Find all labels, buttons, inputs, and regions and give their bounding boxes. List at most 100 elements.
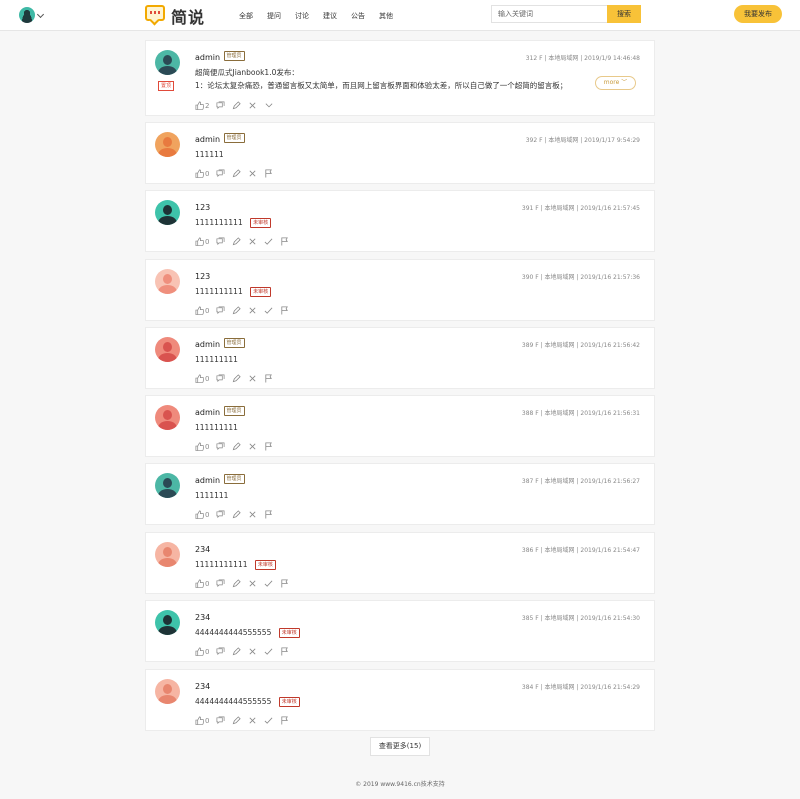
nav-all[interactable]: 全部 — [239, 11, 253, 21]
edit-icon[interactable] — [232, 716, 242, 725]
delete-icon[interactable] — [248, 169, 257, 178]
delete-icon[interactable] — [248, 579, 257, 588]
like-button[interactable]: 0 — [195, 442, 209, 451]
post-card: 123 391 F | 本地局域网 | 2019/1/16 21:57:45 111… — [145, 190, 655, 252]
comment-icon[interactable] — [216, 101, 225, 110]
approve-icon[interactable] — [264, 579, 273, 588]
like-button[interactable]: 0 — [195, 306, 209, 315]
post-author[interactable]: 123 — [195, 272, 210, 281]
comment-icon[interactable] — [216, 510, 225, 519]
edit-icon[interactable] — [232, 237, 242, 246]
post-author[interactable]: admin — [195, 53, 220, 62]
post-author[interactable]: admin — [195, 476, 220, 485]
post-text-line: 4444444444555555 — [195, 628, 272, 637]
comment-icon[interactable] — [216, 442, 225, 451]
nav-announcements[interactable]: 公告 — [351, 11, 365, 21]
avatar[interactable] — [155, 542, 180, 567]
comment-icon[interactable] — [216, 579, 225, 588]
avatar[interactable] — [155, 610, 180, 635]
edit-icon[interactable] — [232, 442, 242, 451]
delete-icon[interactable] — [248, 306, 257, 315]
delete-icon[interactable] — [248, 716, 257, 725]
flag-icon[interactable] — [264, 374, 273, 383]
logo-text[interactable]: 简说 — [171, 4, 205, 28]
delete-icon[interactable] — [248, 442, 257, 451]
flag-icon[interactable] — [264, 169, 273, 178]
edit-icon[interactable] — [232, 579, 242, 588]
avatar[interactable] — [155, 50, 180, 75]
edit-icon[interactable] — [232, 647, 242, 656]
post-text-line: 1111111111 — [195, 218, 243, 227]
flag-icon[interactable] — [280, 306, 289, 315]
avatar[interactable] — [155, 132, 180, 157]
post-meta: 388 F | 本地局域网 | 2019/1/16 21:56:31 — [521, 410, 640, 417]
like-button[interactable]: 0 — [195, 716, 209, 725]
edit-icon[interactable] — [232, 510, 242, 519]
avatar[interactable] — [155, 337, 180, 362]
user-avatar[interactable] — [19, 7, 35, 23]
post-actions: 0 — [195, 169, 280, 178]
nav-suggestions[interactable]: 建议 — [323, 11, 337, 21]
flag-icon[interactable] — [280, 716, 289, 725]
comment-icon[interactable] — [216, 237, 225, 246]
more-button[interactable]: more ﹀ — [595, 76, 636, 90]
avatar[interactable] — [155, 200, 180, 225]
top-header: 简说 全部 提问 讨论 建议 公告 其他 搜索 我要发布 — [0, 0, 800, 31]
approve-icon[interactable] — [264, 237, 273, 246]
approve-icon[interactable] — [264, 647, 273, 656]
flag-icon[interactable] — [280, 647, 289, 656]
post-author[interactable]: admin — [195, 408, 220, 417]
chevron-down-icon[interactable] — [264, 101, 274, 110]
load-more-button[interactable]: 查看更多(15) — [370, 737, 430, 756]
post-author[interactable]: admin — [195, 340, 220, 349]
delete-icon[interactable] — [248, 101, 257, 110]
flag-icon[interactable] — [280, 237, 289, 246]
nav-discussion[interactable]: 讨论 — [295, 11, 309, 21]
post-author[interactable]: 234 — [195, 545, 210, 554]
post-author[interactable]: 123 — [195, 203, 210, 212]
approve-icon[interactable] — [264, 306, 273, 315]
post-meta: 384 F | 本地局域网 | 2019/1/16 21:54:29 — [521, 684, 640, 691]
post-author[interactable]: 234 — [195, 682, 210, 691]
delete-icon[interactable] — [248, 510, 257, 519]
nav-questions[interactable]: 提问 — [267, 11, 281, 21]
like-icon — [195, 442, 204, 451]
edit-icon[interactable] — [232, 306, 242, 315]
like-count: 0 — [205, 716, 210, 725]
comment-icon[interactable] — [216, 306, 225, 315]
approve-icon[interactable] — [264, 716, 273, 725]
search-input[interactable] — [491, 5, 607, 23]
like-button[interactable]: 0 — [195, 169, 209, 178]
comment-icon[interactable] — [216, 169, 225, 178]
search-button[interactable]: 搜索 — [607, 5, 641, 23]
flag-icon[interactable] — [264, 510, 273, 519]
edit-icon[interactable] — [232, 374, 242, 383]
comment-icon[interactable] — [216, 647, 225, 656]
like-button[interactable]: 0 — [195, 647, 209, 656]
comment-icon[interactable] — [216, 716, 225, 725]
logo-icon[interactable] — [145, 5, 165, 21]
delete-icon[interactable] — [248, 374, 257, 383]
like-count: 0 — [205, 237, 210, 246]
avatar[interactable] — [155, 269, 180, 294]
edit-icon[interactable] — [232, 101, 242, 110]
avatar[interactable] — [155, 473, 180, 498]
post-author[interactable]: 234 — [195, 613, 210, 622]
like-button[interactable]: 0 — [195, 510, 209, 519]
comment-icon[interactable] — [216, 374, 225, 383]
avatar[interactable] — [155, 679, 180, 704]
like-button[interactable]: 0 — [195, 579, 209, 588]
like-button[interactable]: 2 — [195, 101, 209, 110]
publish-button[interactable]: 我要发布 — [734, 5, 782, 23]
nav-other[interactable]: 其他 — [379, 11, 393, 21]
flag-icon[interactable] — [264, 442, 273, 451]
post-author[interactable]: admin — [195, 135, 220, 144]
delete-icon[interactable] — [248, 237, 257, 246]
like-button[interactable]: 0 — [195, 237, 209, 246]
flag-icon[interactable] — [280, 579, 289, 588]
chevron-down-icon[interactable] — [36, 10, 45, 19]
edit-icon[interactable] — [232, 169, 242, 178]
like-button[interactable]: 0 — [195, 374, 209, 383]
delete-icon[interactable] — [248, 647, 257, 656]
avatar[interactable] — [155, 405, 180, 430]
